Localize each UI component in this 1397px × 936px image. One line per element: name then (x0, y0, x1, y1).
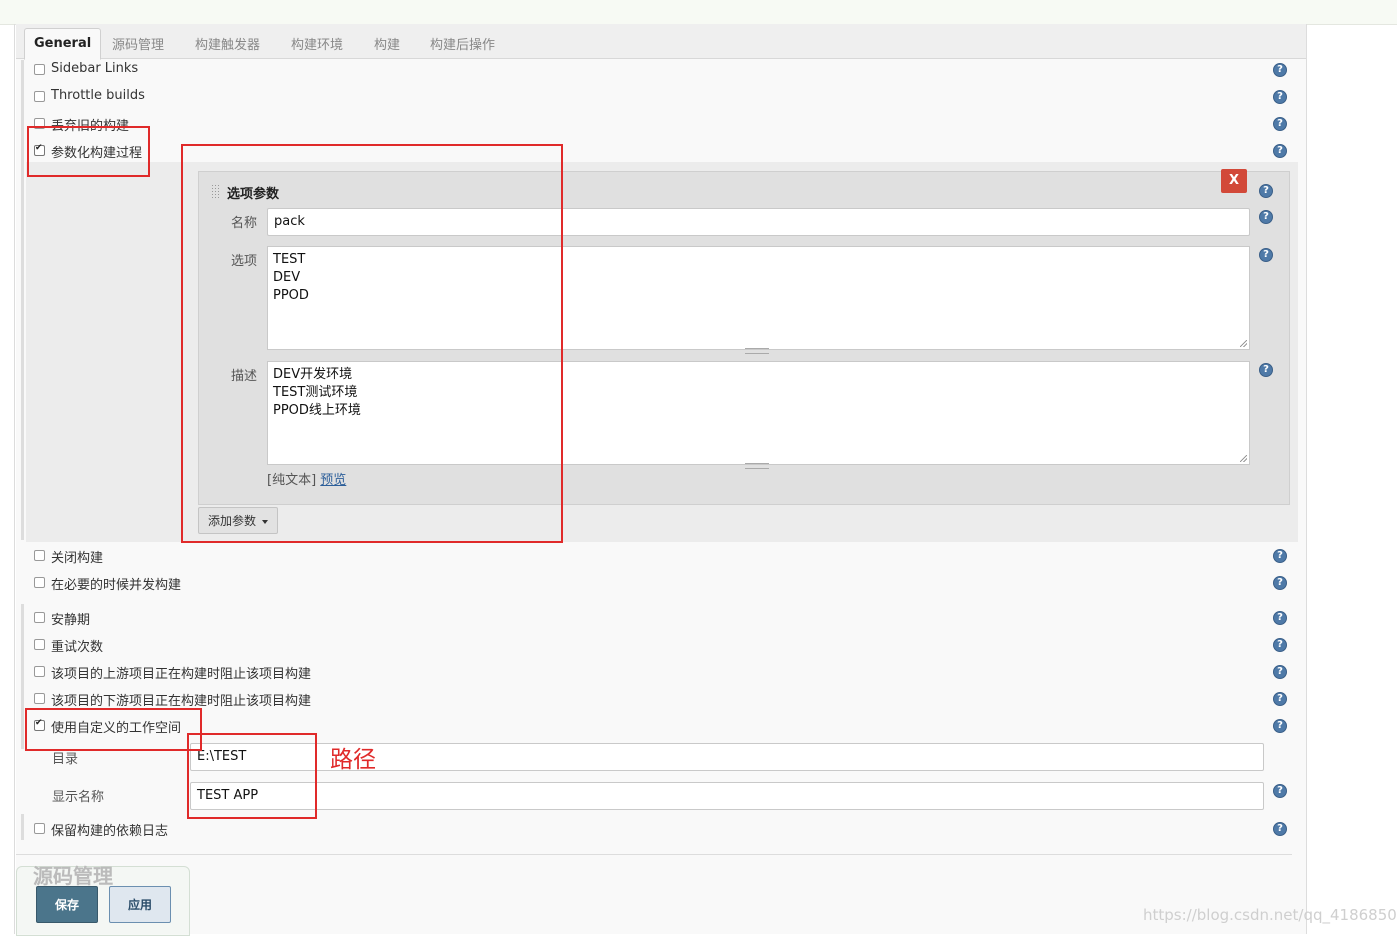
help-icon[interactable]: ? (1273, 576, 1287, 590)
checkbox[interactable] (34, 693, 45, 704)
checkbox[interactable] (34, 823, 45, 834)
help-icon[interactable]: ? (1273, 665, 1287, 679)
display-name-label: 显示名称 (52, 790, 105, 805)
option-label: 该项目的上游项目正在构建时阻止该项目构建 (51, 667, 312, 682)
checkbox[interactable] (34, 577, 45, 588)
left-rule (14, 24, 15, 934)
apply-button[interactable]: 应用 (109, 886, 171, 923)
option-label: Throttle builds (51, 88, 145, 103)
path-annotation: 路径 (330, 747, 376, 773)
option-label: 在必要的时候并发构建 (51, 578, 182, 593)
resize-handle-icon[interactable] (1240, 340, 1247, 347)
highlight-box (27, 126, 150, 177)
tab-build[interactable]: 构建 (374, 34, 400, 53)
highlight-box (187, 733, 317, 819)
checkbox[interactable] (34, 550, 45, 561)
help-icon[interactable]: ? (1273, 719, 1287, 733)
top-bar (0, 0, 1397, 25)
delete-parameter-button[interactable]: X (1221, 169, 1247, 193)
help-icon[interactable]: ? (1259, 210, 1273, 224)
checkbox[interactable] (34, 64, 45, 75)
checkbox[interactable] (34, 612, 45, 623)
section-divider (16, 854, 1292, 855)
help-icon[interactable]: ? (1259, 363, 1273, 377)
checkbox[interactable] (34, 639, 45, 650)
checkbox[interactable] (34, 666, 45, 677)
highlight-box (181, 144, 563, 543)
help-icon[interactable]: ? (1273, 144, 1287, 158)
help-icon[interactable]: ? (1259, 248, 1273, 262)
resize-handle-icon[interactable] (1240, 455, 1247, 462)
help-icon[interactable]: ? (1273, 638, 1287, 652)
help-icon[interactable]: ? (1273, 117, 1287, 131)
help-icon[interactable]: ? (1273, 90, 1287, 104)
watermark: https://blog.csdn.net/qq_41868500 (1143, 906, 1397, 924)
help-icon[interactable]: ? (1259, 184, 1273, 198)
tab-general[interactable]: General (24, 28, 102, 60)
save-button[interactable]: 保存 (36, 886, 98, 923)
display-name-input[interactable]: TEST APP (190, 782, 1264, 810)
option-label: Sidebar Links (51, 61, 139, 76)
option-label: 安静期 (51, 613, 91, 628)
config-tabs: General 源码管理 构建触发器 构建环境 构建 构建后操作 (16, 24, 1306, 60)
tab-post-build[interactable]: 构建后操作 (430, 34, 495, 53)
option-label: 重试次数 (51, 640, 104, 655)
tab-scm[interactable]: 源码管理 (112, 34, 164, 53)
help-icon[interactable]: ? (1273, 63, 1287, 77)
help-icon[interactable]: ? (1273, 611, 1287, 625)
section-rule (21, 814, 24, 840)
option-label: 关闭构建 (51, 551, 104, 566)
option-label: 保留构建的依赖日志 (51, 824, 169, 839)
highlight-box (25, 708, 202, 751)
option-label: 该项目的下游项目正在构建时阻止该项目构建 (51, 694, 312, 709)
textarea-grip-icon[interactable] (745, 348, 769, 354)
help-icon[interactable]: ? (1273, 549, 1287, 563)
section-rule (21, 60, 24, 540)
help-icon[interactable]: ? (1273, 692, 1287, 706)
scm-section-heading: 源码管理 (33, 864, 113, 888)
section-rule (21, 604, 24, 749)
help-icon[interactable]: ? (1273, 784, 1287, 798)
tab-triggers[interactable]: 构建触发器 (195, 34, 260, 53)
help-icon[interactable]: ? (1273, 822, 1287, 836)
tab-environment[interactable]: 构建环境 (291, 34, 343, 53)
textarea-grip-icon[interactable] (745, 463, 769, 469)
checkbox[interactable] (34, 91, 45, 102)
